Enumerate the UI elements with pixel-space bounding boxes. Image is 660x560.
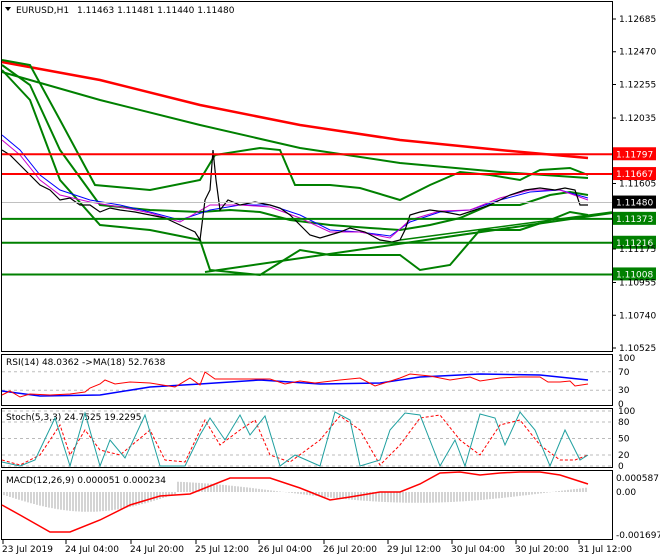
time-axis-label: 26 Jul 20:00 xyxy=(323,545,377,555)
trendline-2[interactable] xyxy=(399,211,613,241)
macd-label: MACD(12,26,9) 0.000051 0.000234 xyxy=(6,476,166,486)
stoch-axis-label: 80 xyxy=(618,418,630,428)
rsi-line xyxy=(1,371,589,398)
price-level-value: 1.11797 xyxy=(616,150,653,160)
rsi-axis-label: 100 xyxy=(618,354,635,364)
price-axis-label: 1.11175 xyxy=(619,245,656,255)
ma-red-line xyxy=(1,60,589,160)
chart-canvas[interactable]: EURUSD,H1 1.11463 1.11481 1.11440 1.1148… xyxy=(0,0,660,560)
time-axis-label: 24 Jul 20:00 xyxy=(130,545,184,555)
price-axis-label: 1.12255 xyxy=(619,80,656,90)
price-axis-label: 1.11605 xyxy=(619,180,656,190)
trading-chart-window: EURUSD,H1 1.11463 1.11481 1.11440 1.1148… xyxy=(0,0,660,560)
stoch-axis-label: 0 xyxy=(618,462,624,472)
price-axis-label: 1.10740 xyxy=(619,311,656,321)
macd-axis-label: 0.000587 xyxy=(616,474,659,484)
dropdown-arrow-icon[interactable] xyxy=(5,7,11,11)
time-axis-label: 26 Jul 04:00 xyxy=(258,545,312,555)
time-axis-label: 29 Jul 12:00 xyxy=(387,545,441,555)
macd-axis-label: 0.00 xyxy=(616,488,636,498)
price-axis-label: 1.12685 xyxy=(619,15,656,25)
price-level-value: 1.11373 xyxy=(616,215,653,225)
time-axis-label: 30 Jul 04:00 xyxy=(451,545,505,555)
stoch-axis-label: 100 xyxy=(618,407,635,417)
macd-axis-label: -0.001697 xyxy=(616,531,660,541)
symbol-label: EURUSD,H1 xyxy=(16,6,69,16)
price-candles xyxy=(1,149,588,243)
time-axis-label: 25 Jul 12:00 xyxy=(195,545,249,555)
time-axis-label: 30 Jul 20:00 xyxy=(515,545,569,555)
stoch-label: Stoch(5,3,3) 24.7525 19.2295 xyxy=(6,413,141,423)
ohlc-values: 1.11463 1.11481 1.11440 1.11480 xyxy=(77,6,235,16)
price-axis-label: 1.12470 xyxy=(619,48,656,58)
price-axis-label: 1.10525 xyxy=(619,344,656,354)
rsi-label: RSI(14) 48.0362 ->MA(18) 52.7638 xyxy=(6,358,166,368)
bollinger-upper xyxy=(1,59,589,202)
time-axis-label: 31 Jul 12:00 xyxy=(578,545,632,555)
time-axis-label: 23 Jul 2019 xyxy=(2,545,53,555)
main-chart-panel[interactable] xyxy=(1,1,613,352)
rsi-axis-label: 70 xyxy=(618,368,630,378)
rsi-ma-line xyxy=(1,373,589,397)
price-axis-label: 1.12035 xyxy=(619,114,656,124)
stoch-axis-label: 50 xyxy=(618,435,630,445)
time-axis-label: 24 Jul 04:00 xyxy=(65,545,119,555)
price-level-value: 1.11480 xyxy=(616,199,653,209)
rsi-axis-label: 30 xyxy=(618,386,630,396)
price-axis-label: 1.10955 xyxy=(619,279,656,289)
stoch-axis-label: 20 xyxy=(618,451,630,461)
